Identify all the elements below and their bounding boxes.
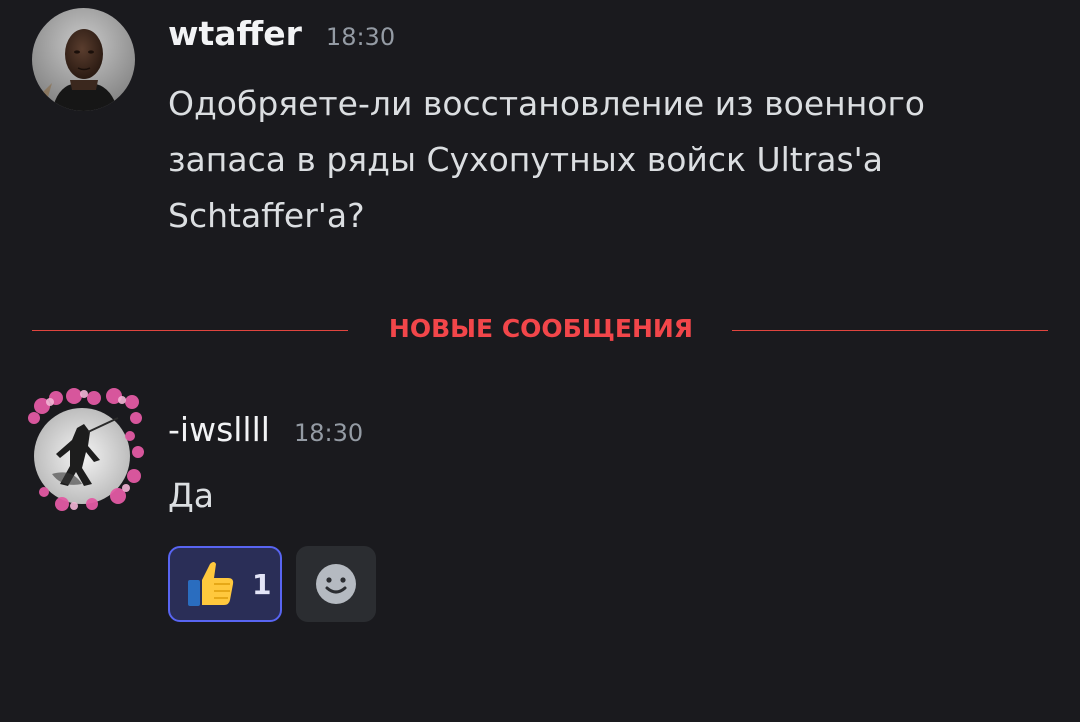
reaction-thumbs-up[interactable]: 1 [168,546,282,622]
avatar-photo-icon [32,8,135,111]
username[interactable]: -iwsllll [168,410,270,449]
new-messages-label: НОВЫЕ СООБЩЕНИЯ [388,314,694,343]
reaction-count: 1 [252,567,272,601]
timestamp[interactable]: 18:30 [326,23,395,51]
message-header: -iwsllll 18:30 [168,410,363,462]
avatar-wtaffer[interactable] [32,8,135,111]
smiley-add-icon [316,564,356,604]
divider-line [32,330,348,331]
add-reaction-button[interactable] [296,546,376,622]
message-content: Одобряете-ли восстановление из военного … [168,84,925,235]
username[interactable]: wtaffer [168,14,302,53]
message-header: wtaffer 18:30 [168,14,395,66]
message-content: Да [168,476,215,515]
thumbs-up-icon [188,562,234,606]
timestamp[interactable]: 18:30 [294,419,363,447]
new-messages-divider: НОВЫЕ СООБЩЕНИЯ [32,310,1048,352]
chat-view: wtaffer 18:30 Одобряете-ли восстановлени… [0,0,1080,722]
avatar-art-icon [28,388,144,511]
avatar-iwsllll[interactable] [22,388,148,514]
divider-line [732,330,1048,331]
